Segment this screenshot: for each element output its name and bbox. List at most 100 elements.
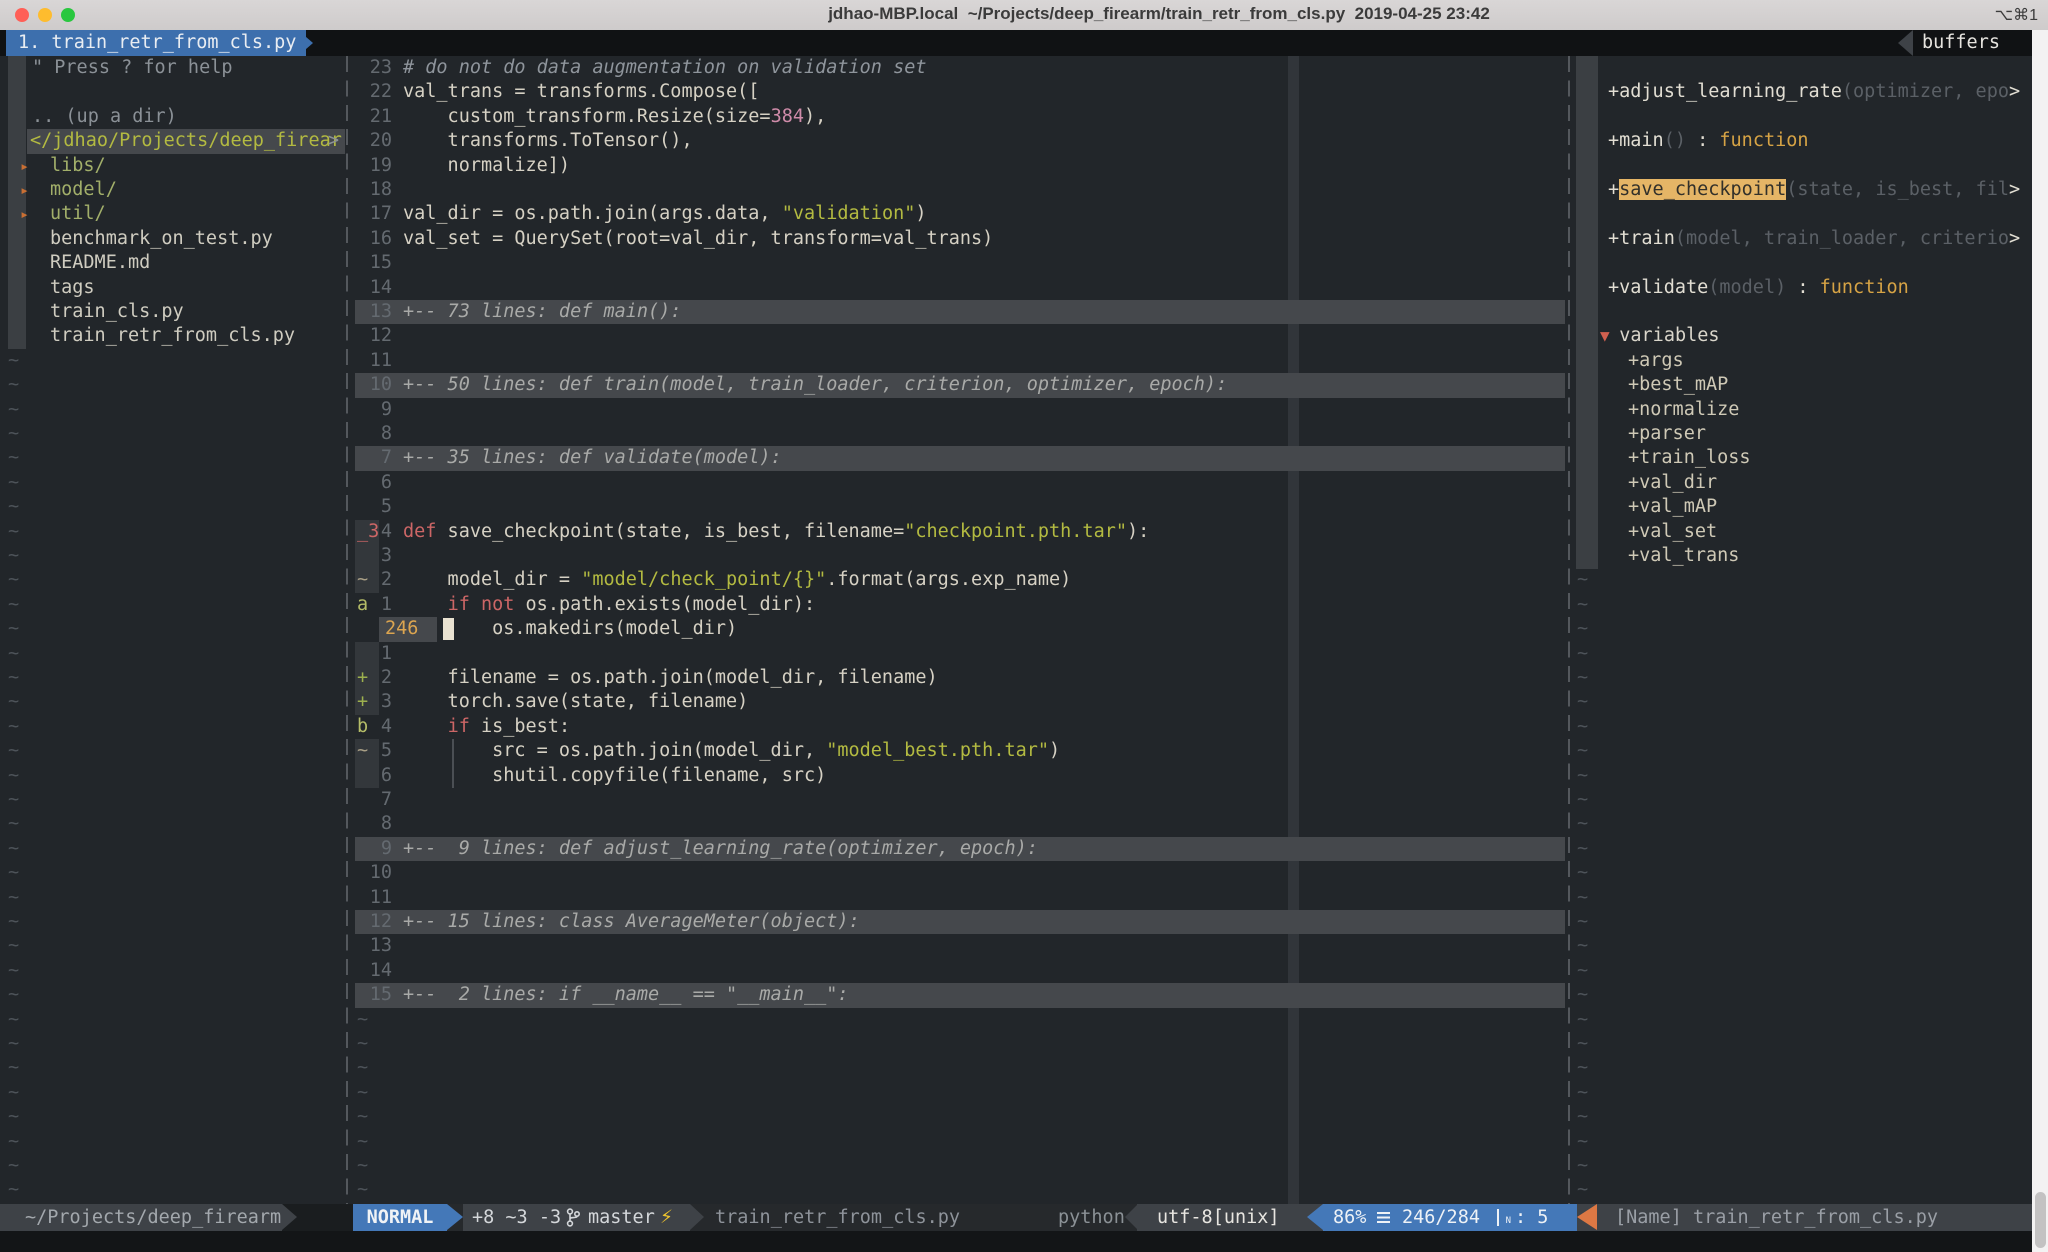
line-number-icon: N xyxy=(1497,1209,1511,1226)
text-segment: > xyxy=(2009,179,2020,200)
tagbar-tag-item[interactable]: +val_mAP xyxy=(1572,495,2032,519)
text-segment: .format(args.exp_name) xyxy=(826,569,1071,590)
code-line[interactable]: ~2 model_dir = "model/check_point/{}".fo… xyxy=(355,568,1568,592)
code-line[interactable]: 19 normalize]) xyxy=(355,154,1568,178)
nerdtree-file-item[interactable]: train_retr_from_cls.py xyxy=(0,324,345,348)
tab-train-retr-from-cls[interactable]: 1. train_retr_from_cls.py xyxy=(6,30,306,56)
fold-line[interactable]: 12+-- 15 lines: class AverageMeter(objec… xyxy=(355,910,1568,934)
statusline-encoding: utf-8[unix] xyxy=(1137,1204,1323,1231)
code-line[interactable]: 10 xyxy=(355,861,1568,885)
text-segment: ) xyxy=(1049,740,1060,761)
nerdtree-dir-item[interactable]: ▸util/ xyxy=(0,202,345,226)
code-line[interactable]: 9 xyxy=(355,398,1568,422)
code-line[interactable]: 21 custom_transform.Resize(size=384), xyxy=(355,105,1568,129)
nerdtree-file-item[interactable]: tags xyxy=(0,276,345,300)
nerdtree-file-item[interactable]: README.md xyxy=(0,251,345,275)
powerline-separator-icon xyxy=(690,1204,704,1230)
tagbar-tag-item[interactable]: +validate(model) : function xyxy=(1572,276,2032,300)
window-separator xyxy=(1568,56,1570,1204)
zoom-button[interactable] xyxy=(61,8,75,22)
code-line[interactable]: 13 xyxy=(355,934,1568,958)
empty-line-tilde: ~ xyxy=(1577,983,1588,1007)
code-line[interactable]: +2 filename = os.path.join(model_dir, fi… xyxy=(355,666,1568,690)
code-line[interactable]: 12 xyxy=(355,324,1568,348)
code-line[interactable]: 15 xyxy=(355,251,1568,275)
code-line[interactable]: 14 xyxy=(355,959,1568,983)
text-segment: +-- 2 lines: if __name__ == "__main__": xyxy=(403,984,849,1005)
empty-line-tilde: ~ xyxy=(1577,568,1588,592)
tagbar-tag-item[interactable]: +train(model, train_loader, criterio> xyxy=(1572,227,2032,251)
current-tag-highlight: save_checkpoint xyxy=(1619,179,1786,200)
scrollbar-thumb[interactable] xyxy=(2035,1192,2046,1248)
tagbar-tag-item[interactable]: +normalize xyxy=(1572,398,2032,422)
fold-line[interactable]: 9+-- 9 lines: def adjust_learning_rate(o… xyxy=(355,837,1568,861)
empty-line-tilde: ~ xyxy=(8,861,19,885)
line-number: 5 xyxy=(355,495,392,519)
code-line[interactable]: 246 os.makedirs(model_dir) xyxy=(355,617,1568,641)
line-number: 20 xyxy=(355,129,392,153)
code-line[interactable]: 16val_set = QuerySet(root=val_dir, trans… xyxy=(355,227,1568,251)
code-line[interactable]: 11 xyxy=(355,349,1568,373)
tagbar-tag-item[interactable]: +parser xyxy=(1572,422,2032,446)
line-number: 9 xyxy=(355,398,392,422)
statusline-filename: train_retr_from_cls.py xyxy=(715,1204,960,1231)
kind-expanded-icon: ▼ xyxy=(1600,326,1619,345)
tagbar-tag-item[interactable]: +val_set xyxy=(1572,520,2032,544)
statusline-filetype: python xyxy=(1058,1204,1125,1231)
code-line[interactable]: 18 xyxy=(355,178,1568,202)
code-line[interactable]: 20 transforms.ToTensor(), xyxy=(355,129,1568,153)
code-line[interactable]: 8 xyxy=(355,812,1568,836)
tagbar-tag-item[interactable]: +val_dir xyxy=(1572,471,2032,495)
code-line[interactable]: b4 if is_best: xyxy=(355,715,1568,739)
code-line[interactable]: 14 xyxy=(355,276,1568,300)
code-line[interactable]: 1 xyxy=(355,642,1568,666)
code-line[interactable]: 3 xyxy=(355,544,1568,568)
code-line[interactable]: a1 if not os.path.exists(model_dir): xyxy=(355,593,1568,617)
nerdtree-root[interactable]: </jdhao/Projects/deep_firear> xyxy=(0,129,345,153)
line-number: 1 xyxy=(355,593,392,617)
code-line[interactable]: 5 xyxy=(355,495,1568,519)
empty-line-tilde: ~ xyxy=(1577,690,1588,714)
code-line[interactable]: 7 xyxy=(355,788,1568,812)
scroll-percent: 86% xyxy=(1333,1204,1366,1231)
minimize-button[interactable] xyxy=(38,8,52,22)
buffers-label[interactable]: buffers xyxy=(1922,30,2000,56)
code-line[interactable]: 17val_dir = os.path.join(args.data, "val… xyxy=(355,202,1568,226)
code-line[interactable]: 6 shutil.copyfile(filename, src) xyxy=(355,764,1568,788)
tagbar-tag-item[interactable]: +best_mAP xyxy=(1572,373,2032,397)
tagbar-tag-item[interactable]: +adjust_learning_rate(optimizer, epo> xyxy=(1572,80,2032,104)
code-line[interactable]: 8 xyxy=(355,422,1568,446)
tagbar-tag-item[interactable]: +train_loss xyxy=(1572,446,2032,470)
tag-label: +main() : function xyxy=(1608,129,1809,153)
code-line[interactable]: _34def save_checkpoint(state, is_best, f… xyxy=(355,520,1568,544)
tagbar-tag-item[interactable]: +main() : function xyxy=(1572,129,2032,153)
text-segment: variables xyxy=(1619,325,1719,346)
text-segment: function xyxy=(1820,277,1909,298)
code-line[interactable]: +3 torch.save(state, filename) xyxy=(355,690,1568,714)
tagbar-tag-item[interactable]: +val_trans xyxy=(1572,544,2032,568)
code-line[interactable]: 6 xyxy=(355,471,1568,495)
fold-line[interactable]: 13+-- 73 lines: def main(): xyxy=(355,300,1568,324)
nerdtree-file-item[interactable]: train_cls.py xyxy=(0,300,345,324)
close-button[interactable] xyxy=(15,8,29,22)
nerdtree-file-item[interactable]: benchmark_on_test.py xyxy=(0,227,345,251)
code-line[interactable]: 22val_trans = transforms.Compose([ xyxy=(355,80,1568,104)
tagbar-kind-header[interactable]: ▼ variables xyxy=(1572,324,2032,348)
fold-line[interactable]: 15+-- 2 lines: if __name__ == "__main__"… xyxy=(355,983,1568,1007)
fold-line[interactable]: 7+-- 35 lines: def validate(model): xyxy=(355,446,1568,470)
nerdtree-dir-item[interactable]: ▸model/ xyxy=(0,178,345,202)
empty-line-tilde: ~ xyxy=(8,349,19,373)
nerdtree-dir-item[interactable]: ▸libs/ xyxy=(0,154,345,178)
text-segment: if xyxy=(448,716,470,737)
text-segment: ), xyxy=(804,106,826,127)
code-line[interactable]: 23# do not do data augmentation on valid… xyxy=(355,56,1568,80)
code-text: os.makedirs(model_dir) xyxy=(403,617,737,641)
empty-line-tilde: ~ xyxy=(8,1008,19,1032)
empty-line-tilde: ~ xyxy=(8,934,19,958)
text-segment: > xyxy=(2009,81,2020,102)
tagbar-tag-item[interactable]: +save_checkpoint(state, is_best, fil> xyxy=(1572,178,2032,202)
fold-line[interactable]: 10+-- 50 lines: def train(model, train_l… xyxy=(355,373,1568,397)
tagbar-tag-item[interactable]: +args xyxy=(1572,349,2032,373)
code-line[interactable]: ~5 src = os.path.join(model_dir, "model_… xyxy=(355,739,1568,763)
code-line[interactable]: 11 xyxy=(355,886,1568,910)
